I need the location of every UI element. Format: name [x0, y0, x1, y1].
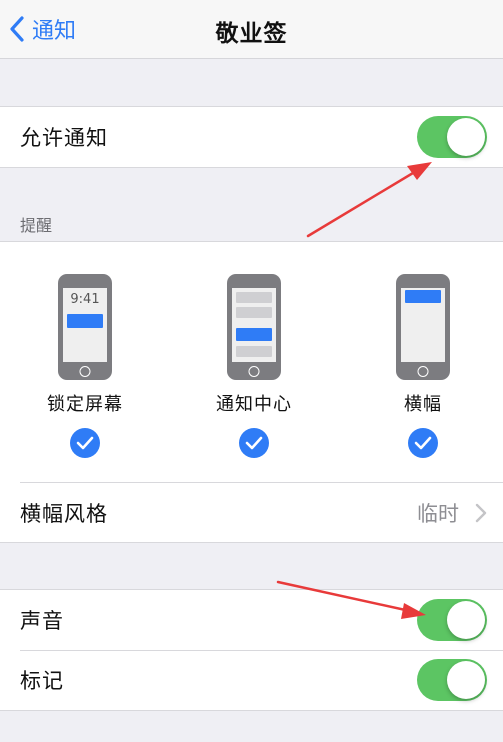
- banner-bar: [405, 290, 441, 303]
- checkmark-icon: [414, 436, 432, 450]
- allow-notifications-label: 允许通知: [20, 126, 108, 150]
- allow-group: 允许通知: [0, 106, 503, 168]
- toggle-knob: [447, 661, 485, 699]
- banner-label: 横幅: [404, 394, 442, 415]
- toggle-knob: [447, 601, 485, 639]
- phone-screen: 9:41: [63, 288, 107, 362]
- page-title: 敬业签: [215, 21, 288, 47]
- lock-screen-checkmark[interactable]: [70, 428, 100, 458]
- notification-bar: [236, 328, 272, 341]
- lock-screen-time: 9:41: [70, 292, 100, 307]
- banner-phone-icon: [396, 274, 450, 380]
- home-button-icon: [248, 366, 260, 377]
- badge-row: 标记: [0, 650, 503, 710]
- alerts-group: 9:41 锁定屏幕 通知中心 横幅 横幅风格 临时: [0, 241, 503, 543]
- list-bar: [236, 292, 272, 303]
- sound-toggle[interactable]: [417, 599, 487, 641]
- lock-screen-label: 锁定屏幕: [47, 394, 123, 415]
- navigation-bar: 通知 敬业签: [0, 0, 503, 59]
- sound-row: 声音: [0, 590, 503, 650]
- list-bar: [236, 307, 272, 318]
- list-bar: [236, 346, 272, 357]
- lock-screen-phone-icon: 9:41: [58, 274, 112, 380]
- banner-style-value: 临时: [417, 501, 459, 526]
- annotation-arrow-allow: [306, 162, 432, 238]
- alert-notification-center[interactable]: 通知中心: [184, 242, 324, 482]
- chevron-right-icon: [475, 503, 487, 522]
- notification-bar: [67, 314, 103, 328]
- notification-center-phone-icon: [227, 274, 281, 380]
- home-button-icon: [79, 366, 91, 377]
- alert-banner[interactable]: 横幅: [353, 242, 493, 482]
- sound-label: 声音: [20, 609, 64, 633]
- toggle-knob: [447, 118, 485, 156]
- phone-screen: [232, 288, 276, 362]
- banner-checkmark[interactable]: [408, 428, 438, 458]
- allow-notifications-row: 允许通知: [0, 107, 503, 167]
- checkmark-icon: [76, 436, 94, 450]
- alert-lock-screen[interactable]: 9:41 锁定屏幕: [15, 242, 155, 482]
- banner-style-label: 横幅风格: [20, 501, 108, 526]
- notification-center-label: 通知中心: [216, 394, 292, 415]
- alerts-section-header: 提醒: [20, 216, 53, 235]
- notification-center-checkmark[interactable]: [239, 428, 269, 458]
- phone-screen: [401, 288, 445, 362]
- allow-notifications-toggle[interactable]: [417, 116, 487, 158]
- badge-toggle[interactable]: [417, 659, 487, 701]
- checkmark-icon: [245, 436, 263, 450]
- banner-style-row[interactable]: 横幅风格 临时: [0, 483, 503, 542]
- badge-label: 标记: [20, 669, 64, 693]
- sound-badge-group: 声音 标记: [0, 589, 503, 711]
- home-button-icon: [417, 366, 429, 377]
